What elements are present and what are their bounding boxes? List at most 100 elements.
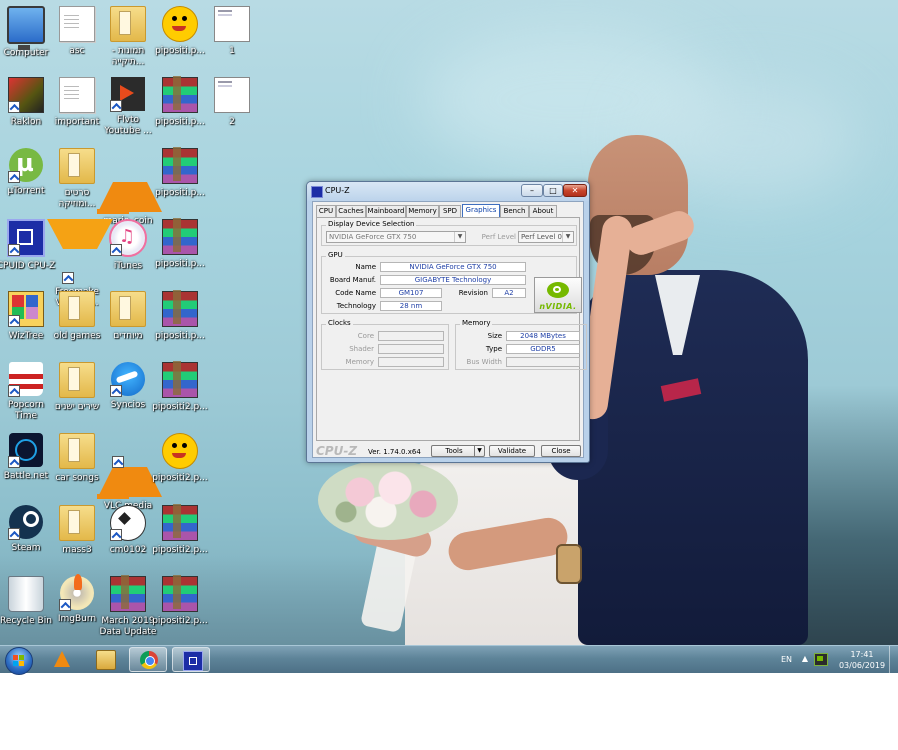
winrar-icon xyxy=(162,290,198,327)
tab-caches[interactable]: Caches xyxy=(336,205,366,217)
imgburn-icon xyxy=(59,574,94,611)
desktop-icon[interactable]: cm0102 xyxy=(98,505,158,573)
tab-mainboard[interactable]: Mainboard xyxy=(366,205,406,217)
desktop-icon-label: pipositi2.p... xyxy=(152,402,208,412)
close-window-button[interactable]: ✕ xyxy=(563,184,587,197)
tab-bench[interactable]: Bench xyxy=(500,205,529,217)
tools-button[interactable]: Tools ▼ xyxy=(431,445,485,457)
tab-memory[interactable]: Memory xyxy=(406,205,439,217)
taskbar: EN ▲ 17:41 03/06/2019 xyxy=(0,645,898,675)
shortcut-arrow-icon xyxy=(59,599,71,611)
desktop-icon[interactable]: pipositi.p... xyxy=(150,147,210,216)
desktop-icon[interactable]: March 2019 Data Update xyxy=(98,575,158,644)
desktop-icon-label: מיוחדים xyxy=(113,331,143,341)
desktop-icon[interactable]: Syncios xyxy=(98,362,158,430)
shader-clock-value xyxy=(378,344,444,354)
display-device-select[interactable]: NVIDIA GeForce GTX 750 ▼ xyxy=(326,231,466,243)
cpuz-window[interactable]: CPU-Z – □ ✕ CPU Caches Mainboard Memory … xyxy=(306,181,590,463)
vlc-icon xyxy=(54,651,70,667)
clock[interactable]: 17:41 03/06/2019 xyxy=(836,649,888,671)
memory-type-label: Type xyxy=(485,345,502,353)
desktop-icon[interactable]: pipositi2.p... xyxy=(150,433,210,501)
cpuz-version: Ver. 1.74.0.x64 xyxy=(368,448,421,456)
desktop-icon-label: pipositi2.p... xyxy=(152,545,208,555)
chevron-down-icon[interactable]: ▼ xyxy=(474,446,484,456)
screenshot-icon xyxy=(214,6,250,42)
folder-icon xyxy=(110,291,146,327)
winrar-icon xyxy=(110,575,146,612)
desktop-icon[interactable]: pipositi.p... xyxy=(150,290,210,359)
folder-icon xyxy=(96,650,116,670)
desktop-icon[interactable]: pipositi2.p... xyxy=(150,504,210,573)
show-desktop-button[interactable] xyxy=(889,646,898,673)
language-indicator[interactable]: EN xyxy=(781,655,792,664)
cpuz-title: CPU-Z xyxy=(325,186,350,195)
start-button[interactable] xyxy=(5,647,33,675)
bus-width-label: Bus Width xyxy=(466,358,502,366)
tab-about[interactable]: About xyxy=(529,205,557,217)
raklon-icon xyxy=(8,77,44,113)
desktop-icon[interactable]: VLC media player xyxy=(97,433,162,522)
revision-label: Revision xyxy=(458,289,488,297)
desktop-icon[interactable]: pipositi.p... xyxy=(150,76,210,145)
document-icon xyxy=(59,77,95,113)
tab-spd[interactable]: SPD xyxy=(439,205,461,217)
tab-graphics[interactable]: Graphics xyxy=(462,204,500,217)
winrar-icon xyxy=(162,361,198,398)
cpuz-brand: CPU-Z xyxy=(316,444,358,458)
winrar-icon xyxy=(162,218,198,255)
pacman-icon xyxy=(162,433,198,469)
cpuz-titlebar[interactable]: CPU-Z – □ ✕ xyxy=(307,182,589,201)
soccer-ball-icon xyxy=(110,505,146,541)
desktop-icon[interactable]: pipositi2.p... xyxy=(150,361,210,430)
recycle-bin-icon xyxy=(8,576,44,612)
desktop-icon[interactable]: מיוחדים xyxy=(98,291,158,359)
desktop-icon[interactable]: תמונות - תיקייה... xyxy=(98,6,158,74)
core-clock-value xyxy=(378,331,444,341)
cpuz-app-icon xyxy=(311,186,323,198)
desktop-icon-label: Syncios xyxy=(110,400,146,410)
winrar-icon xyxy=(162,575,198,612)
taskbar-vlc[interactable] xyxy=(43,647,81,672)
perf-level-value: Perf Level 0 xyxy=(521,233,563,241)
shortcut-arrow-icon xyxy=(8,315,20,327)
code-name-label: Code Name xyxy=(335,289,376,297)
utorrent-icon xyxy=(8,148,43,183)
shortcut-arrow-icon xyxy=(8,101,20,113)
nvidia-tray-icon[interactable] xyxy=(814,653,828,666)
desktop-icon[interactable]: pipositi.p... xyxy=(150,6,210,74)
technology-label: Technology xyxy=(336,302,376,310)
desktop-icon-label: Flvto Youtube ... xyxy=(104,115,152,136)
desktop-icon[interactable]: mario_coin xyxy=(97,148,162,226)
perf-level-label: Perf Level xyxy=(481,233,516,241)
cpuid-icon xyxy=(7,219,45,257)
taskbar-cpuz[interactable] xyxy=(172,647,210,672)
taskbar-chrome[interactable] xyxy=(129,647,167,672)
clocks-group: Clocks Core Shader Memory xyxy=(321,319,449,370)
taskbar-explorer[interactable] xyxy=(86,647,124,672)
validate-button[interactable]: Validate xyxy=(489,445,535,457)
gpu-group: GPU Name NVIDIA GeForce GTX 750 Board Ma… xyxy=(321,251,582,314)
show-hidden-icons-button[interactable]: ▲ xyxy=(802,654,808,663)
minimize-button[interactable]: – xyxy=(521,184,543,197)
revision-value: A2 xyxy=(492,288,526,298)
winrar-icon xyxy=(162,504,198,541)
desktop-icon-label: pipositi2.p... xyxy=(152,473,208,483)
system-tray: EN ▲ 17:41 03/06/2019 xyxy=(758,646,888,674)
desktop-icon[interactable]: 1 xyxy=(202,6,262,74)
shader-clock-label: Shader xyxy=(349,345,374,353)
desktop-icon[interactable]: iTunes xyxy=(98,219,158,287)
gpu-name-value: NVIDIA GeForce GTX 750 xyxy=(380,262,526,272)
desktop-icon-label: iTunes xyxy=(113,261,143,271)
desktop-icon[interactable]: Flvto Youtube ... xyxy=(98,77,158,145)
desktop-icon[interactable]: pipositi2.p... xyxy=(150,575,210,644)
maximize-button[interactable]: □ xyxy=(543,184,563,197)
desktop-icon[interactable]: pipositi.p... xyxy=(150,218,210,287)
desktop-icon[interactable]: 2 xyxy=(202,77,262,145)
tab-cpu[interactable]: CPU xyxy=(316,205,336,217)
close-button[interactable]: Close xyxy=(541,445,581,457)
tools-button-label: Tools xyxy=(445,447,463,455)
display-device-value: NVIDIA GeForce GTX 750 xyxy=(329,233,417,241)
perf-level-select[interactable]: Perf Level 0 ▼ xyxy=(518,231,574,243)
cpuz-footer: CPU-Z Ver. 1.74.0.x64 Tools ▼ Validate C… xyxy=(313,442,583,458)
